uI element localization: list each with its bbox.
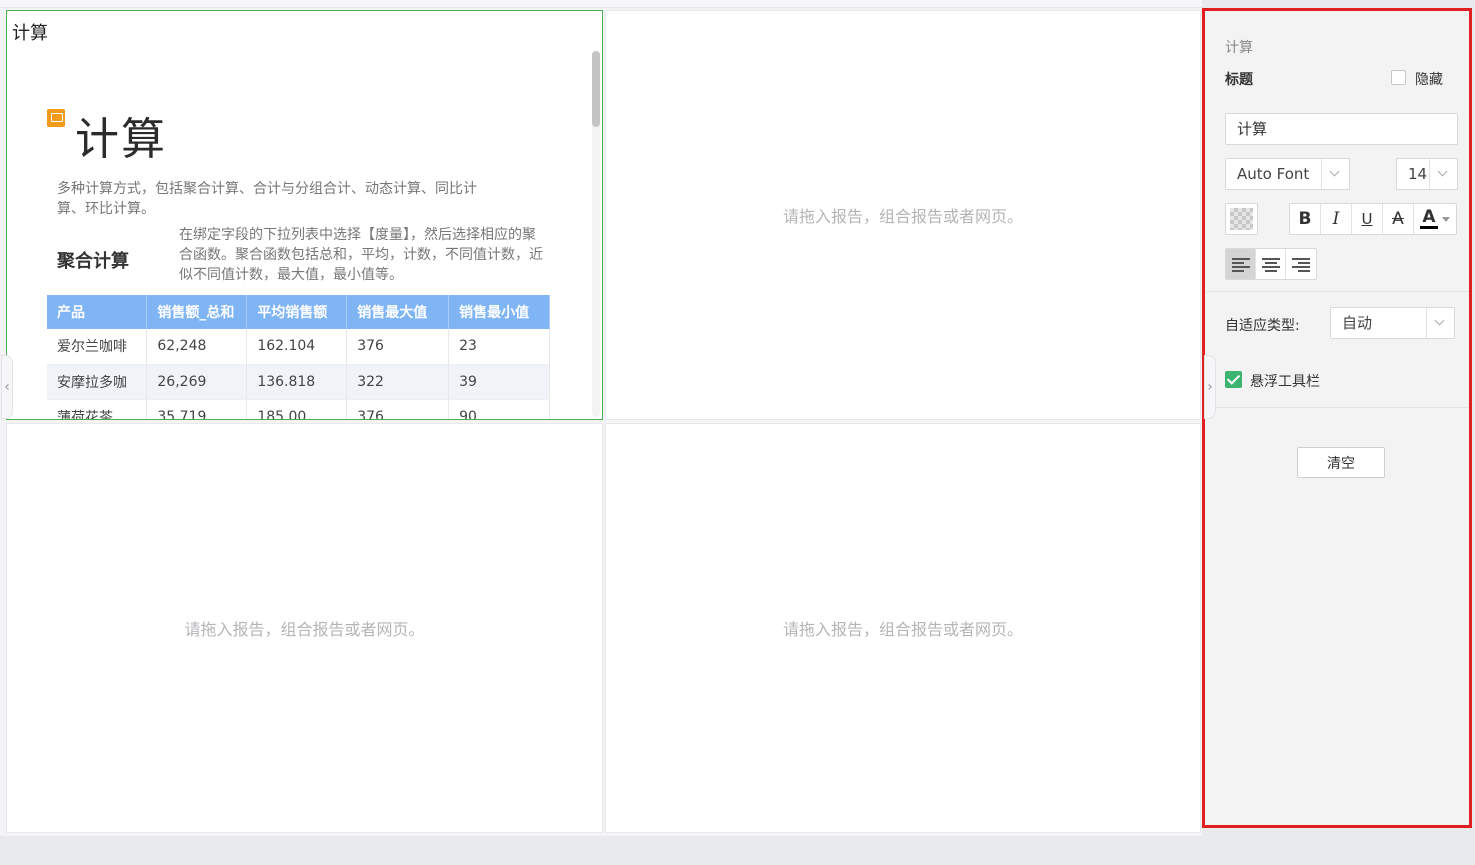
chevron-down-icon [1321, 159, 1349, 189]
dashboard-cell-empty[interactable]: 请拖入报告，组合报告或者网页。 [605, 423, 1201, 833]
table-cell: 安摩拉多咖 [47, 364, 148, 400]
column-header[interactable]: 销售最大值 [346, 295, 450, 329]
hide-title-label: 隐藏 [1415, 72, 1443, 88]
align-right-button[interactable] [1286, 249, 1316, 279]
font-color-icon: A [1420, 207, 1438, 229]
transparent-swatch-icon [1230, 208, 1253, 230]
align-center-button[interactable] [1256, 249, 1286, 279]
table-cell: 薄荷花茶 [47, 399, 148, 419]
align-left-button[interactable] [1226, 249, 1256, 279]
drop-placeholder: 请拖入报告，组合报告或者网页。 [782, 207, 1023, 226]
panel-divider [1205, 407, 1469, 408]
bold-button[interactable]: B [1290, 204, 1321, 234]
font-family-value: Auto Font [1237, 165, 1310, 183]
collapse-left-toggle[interactable]: ‹ [1, 355, 13, 419]
table-cell: 90 [448, 399, 550, 419]
panel-section-name: 计算 [1225, 40, 1253, 56]
table-row: 薄荷花茶 35,719 185.00 376 90 [47, 399, 550, 419]
chevron-right-icon: › [1207, 379, 1213, 395]
background-color-picker[interactable] [1225, 203, 1258, 235]
clear-button[interactable]: 清空 [1297, 447, 1385, 478]
dashboard-cell-empty[interactable]: 请拖入报告，组合报告或者网页。 [6, 423, 603, 833]
top-strip [0, 0, 1202, 8]
section-heading: 聚合计算 [57, 251, 129, 272]
table-cell: 35,719 [146, 399, 248, 419]
table-cell: 26,269 [146, 364, 248, 400]
report-description: 多种计算方式，包括聚合计算、合计与分组合计、动态计算、同比计算、环比计算。 [57, 181, 477, 217]
table-cell: 23 [448, 329, 550, 365]
report-content: 计算 计算 多种计算方式，包括聚合计算、合计与分组合计、动态计算、同比计算、环比… [7, 11, 602, 419]
table-header-row: 产品 销售额_总和 平均销售额 销售最大值 销售最小值 [47, 295, 550, 329]
collapse-right-toggle[interactable]: › [1204, 355, 1216, 419]
dashboard-workspace: 计算 计算 多种计算方式，包括聚合计算、合计与分组合计、动态计算、同比计算、环比… [0, 0, 1202, 836]
bottom-bar [0, 836, 1475, 865]
caret-down-icon [1441, 216, 1450, 222]
hide-title-checkbox[interactable] [1391, 70, 1406, 85]
column-header[interactable]: 平均销售额 [246, 295, 348, 329]
table-cell: 62,248 [146, 329, 248, 365]
fit-type-select[interactable]: 自动 [1330, 307, 1455, 339]
drop-placeholder: 请拖入报告，组合报告或者网页。 [184, 620, 425, 639]
column-header[interactable]: 产品 [47, 295, 148, 329]
table-cell: 376 [346, 399, 450, 419]
aggregation-table: 产品 销售额_总和 平均销售额 销售最大值 销售最小值 爱尔兰咖啡 62,248… [47, 295, 550, 419]
table-cell: 136.818 [246, 364, 348, 400]
properties-panel: 计算 标题 隐藏 计算 Auto Font 14 B I U A A 自适应类型… [1202, 8, 1472, 828]
table-cell: 162.104 [246, 329, 348, 365]
fit-type-label: 自适应类型: [1225, 318, 1300, 334]
chevron-left-icon: ‹ [4, 379, 10, 395]
table-cell: 39 [448, 364, 550, 400]
cell-title: 计算 [12, 23, 48, 44]
report-scrollbar[interactable] [592, 51, 600, 417]
font-size-value: 14 [1408, 165, 1428, 183]
font-size-select[interactable]: 14 [1396, 158, 1458, 190]
dashboard-cell-report[interactable]: 计算 计算 多种计算方式，包括聚合计算、合计与分组合计、动态计算、同比计算、环比… [6, 10, 603, 420]
column-header[interactable]: 销售额_总和 [146, 295, 248, 329]
column-header[interactable]: 销售最小值 [448, 295, 550, 329]
table-cell: 322 [346, 364, 450, 400]
dashboard-cell-empty[interactable]: 请拖入报告，组合报告或者网页。 [605, 10, 1201, 420]
font-family-select[interactable]: Auto Font [1225, 158, 1350, 190]
table-cell: 185.00 [246, 399, 348, 419]
chevron-down-icon [1426, 308, 1454, 338]
drop-placeholder: 请拖入报告，组合报告或者网页。 [782, 620, 1023, 639]
section-description: 在绑定字段的下拉列表中选择【度量】，然后选择相应的聚合函数。聚合函数包括总和，平… [179, 227, 543, 283]
table-row: 安摩拉多咖 26,269 136.818 322 39 [47, 364, 550, 400]
table-cell: 376 [346, 329, 450, 365]
report-heading: 计算 [75, 114, 167, 165]
title-input[interactable]: 计算 [1225, 113, 1458, 145]
report-icon [47, 109, 65, 127]
title-label: 标题 [1225, 72, 1253, 88]
panel-divider [1205, 291, 1469, 292]
chevron-down-icon [1429, 159, 1457, 189]
scrollbar-thumb[interactable] [592, 51, 600, 127]
italic-button[interactable]: I [1321, 204, 1352, 234]
strikethrough-button[interactable]: A [1383, 204, 1414, 234]
underline-button[interactable]: U [1352, 204, 1383, 234]
table-cell: 爱尔兰咖啡 [47, 329, 148, 365]
font-color-button[interactable]: A [1414, 204, 1456, 234]
table-row: 爱尔兰咖啡 62,248 162.104 376 23 [47, 329, 550, 365]
text-format-group: B I U A A [1289, 203, 1457, 235]
float-toolbar-label: 悬浮工具栏 [1250, 374, 1320, 390]
float-toolbar-checkbox[interactable] [1225, 371, 1242, 388]
text-align-group [1225, 248, 1317, 280]
fit-type-value: 自动 [1342, 314, 1373, 332]
